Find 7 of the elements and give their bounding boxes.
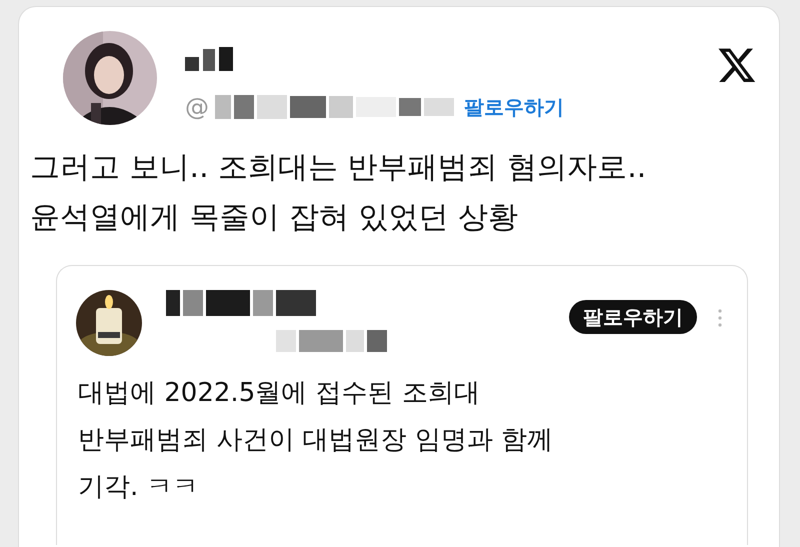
quoted-post-text: 대법에 2022.5월에 접수된 조희대 반부패범죄 사건이 대법원장 임명과 함께 기각. ㅋㅋ — [78, 377, 554, 504]
more-options-icon[interactable] — [717, 308, 723, 328]
handle-text: @ — [185, 92, 209, 123]
follow-link[interactable]: 팔로우하기 — [464, 92, 564, 122]
post-text: 그러고 보니.. 조희대는 반부패범죄 혐의자로.. 윤석열에게 목줄이 잡혀 있었던 상황 — [30, 149, 648, 237]
follow-button[interactable]: 팔로우하기 — [569, 300, 697, 334]
pixelated-name-drawing — [185, 45, 233, 71]
